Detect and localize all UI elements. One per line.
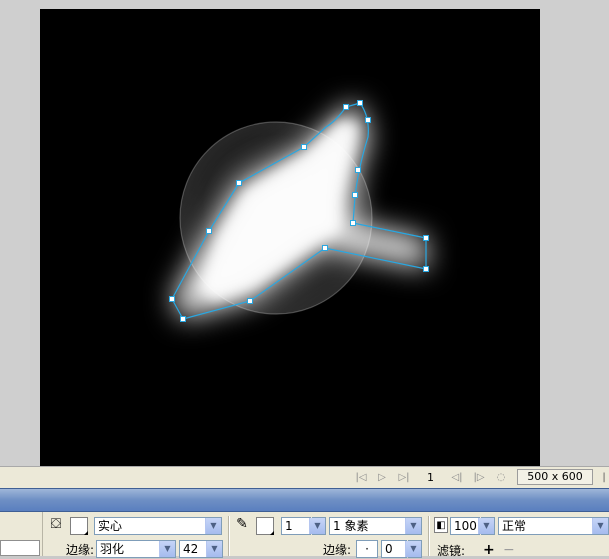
opacity-icon: ◧ bbox=[434, 517, 448, 533]
previous-frame-icon[interactable]: ◁| bbox=[450, 471, 464, 484]
stroke-width-dropdown[interactable]: ▼ bbox=[309, 517, 326, 535]
feather-amount-dropdown[interactable]: 42 ▼ bbox=[179, 540, 223, 558]
properties-panel-titlebar[interactable] bbox=[0, 488, 609, 512]
blend-mode-dropdown[interactable]: 正常 ▼ bbox=[498, 517, 609, 535]
stroke-color-swatch[interactable] bbox=[256, 517, 274, 535]
document-size[interactable]: 500 x 600 bbox=[517, 469, 593, 485]
chevron-down-icon: ▼ bbox=[592, 518, 608, 534]
size-handle-icon[interactable]: | bbox=[597, 471, 609, 484]
paint-bucket-icon: ⛋ bbox=[50, 516, 62, 532]
vector-artwork[interactable] bbox=[40, 9, 540, 466]
chevron-down-icon: ▼ bbox=[309, 518, 325, 534]
properties-panel: ⛋ 实心 ▼ 边缘: 羽化 ▼ 42 ▼ ✎ 1 ▼ 1 象素 ▼ 边缘: · … bbox=[0, 512, 609, 558]
object-name-field[interactable] bbox=[0, 540, 40, 556]
fill-style-dropdown[interactable]: 实心 ▼ bbox=[94, 517, 222, 535]
document-stage[interactable] bbox=[40, 9, 540, 466]
last-frame-icon[interactable]: ▷| bbox=[397, 471, 411, 484]
fill-edge-dropdown[interactable]: 羽化 ▼ bbox=[96, 540, 176, 558]
chevron-down-icon: ▼ bbox=[205, 518, 221, 534]
stroke-width-field[interactable]: 1 bbox=[281, 517, 311, 535]
stroke-edge-slider[interactable]: · bbox=[356, 540, 378, 558]
stroke-edge-field[interactable]: 0 bbox=[381, 540, 407, 558]
chevron-down-icon: ▼ bbox=[206, 541, 222, 557]
frame-navigation-bar: |◁ ▷ ▷| 1 ◁| |▷ ◌ 500 x 600 | bbox=[0, 466, 609, 488]
canvas-area bbox=[0, 0, 609, 466]
loop-icon[interactable]: ◌ bbox=[494, 471, 508, 484]
first-frame-icon[interactable]: |◁ bbox=[354, 471, 368, 484]
fill-color-swatch[interactable] bbox=[70, 517, 88, 535]
stroke-style-dropdown[interactable]: 1 象素 ▼ bbox=[329, 517, 422, 535]
opacity-dropdown[interactable]: ▼ bbox=[478, 517, 495, 535]
chevron-down-icon: ▼ bbox=[478, 518, 494, 534]
frame-number: 1 bbox=[427, 471, 434, 484]
chevron-down-icon: ▼ bbox=[405, 541, 421, 557]
opacity-field[interactable]: 100 bbox=[450, 517, 480, 535]
chevron-down-icon: ▼ bbox=[159, 541, 175, 557]
pencil-icon: ✎ bbox=[236, 516, 248, 532]
filters-label: 滤镜: bbox=[437, 544, 466, 558]
stroke-edge-dropdown[interactable]: ▼ bbox=[405, 540, 422, 558]
play-icon[interactable]: ▷ bbox=[375, 471, 389, 484]
next-frame-icon[interactable]: |▷ bbox=[472, 471, 486, 484]
panel-left-strip bbox=[0, 512, 43, 556]
chevron-down-icon: ▼ bbox=[405, 518, 421, 534]
